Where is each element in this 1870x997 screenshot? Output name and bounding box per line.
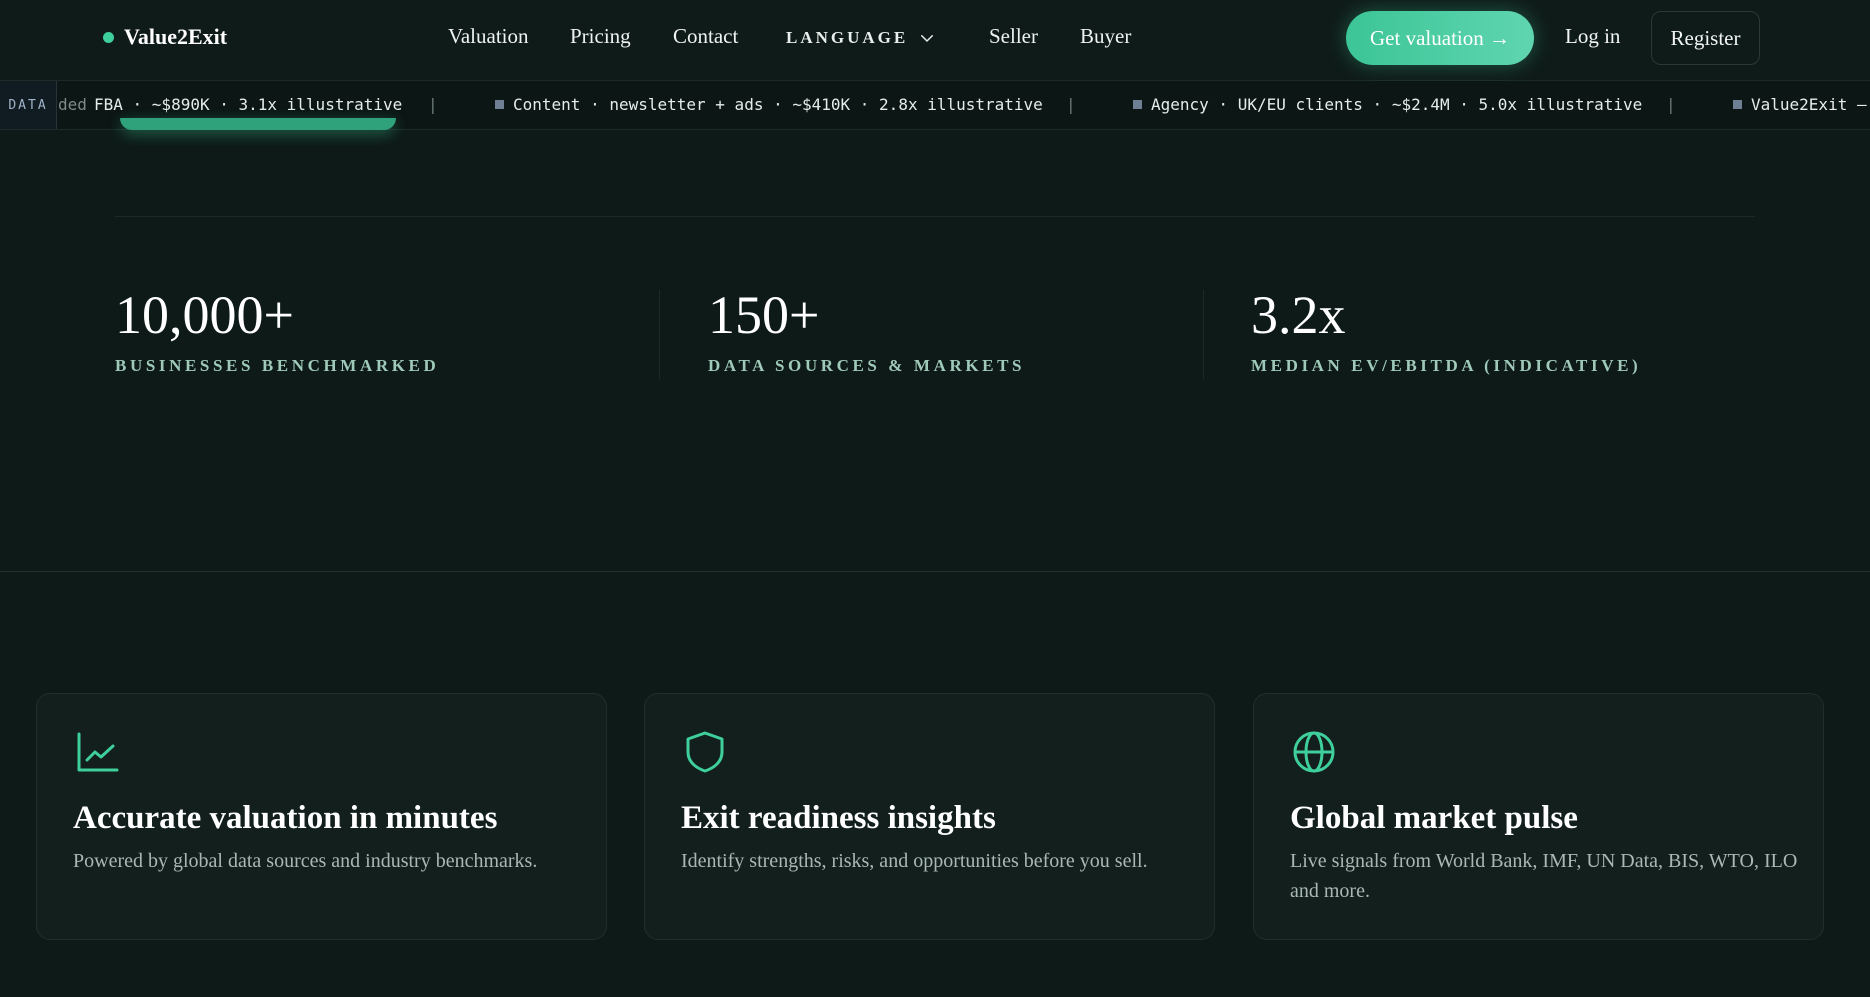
ticker-item: Content · newsletter + ads · ~$410K · 2.… [495,95,1043,114]
language-dropdown[interactable]: LANGUAGE [786,28,936,48]
stat-value: 3.2x [1251,285,1346,345]
stat-label: BUSINESSES BENCHMARKED [115,356,440,375]
brand-logo[interactable]: Value2Exit [103,24,227,50]
feature-description: Live signals from World Bank, IMF, UN Da… [1290,850,1798,902]
ticker-item: FBA · ~$890K · 3.1x illustrative [94,95,403,114]
section-divider [0,571,1870,572]
stat-value: 10,000+ [115,285,294,345]
square-bullet-icon [1133,100,1142,109]
chevron-down-icon [921,35,934,42]
get-valuation-button[interactable]: Get valuation → [1346,11,1534,65]
stat-divider [659,290,660,380]
ticker-item: Agency · UK/EU clients · ~$2.4M · 5.0x i… [1133,95,1642,114]
register-button[interactable]: Register [1651,11,1760,65]
feature-card-exit-readiness: Exit readiness insights Identify strengt… [644,693,1215,940]
stat-businesses: 10,000+ BUSINESSES BENCHMARKED [115,288,439,376]
stat-divider [1203,290,1204,380]
feature-title: Global market pulse [1290,800,1578,836]
stat-median-ev-ebitda: 3.2x MEDIAN EV/EBITDA (INDICATIVE) [1251,288,1641,376]
brand-name: Value2Exit [124,24,228,49]
feature-title: Accurate valuation in minutes [73,800,498,836]
feature-description: Powered by global data sources and indus… [73,850,538,872]
feature-title: Exit readiness insights [681,800,996,836]
square-bullet-icon [495,100,504,109]
square-bullet-icon [1733,100,1742,109]
ticker-separator: | [1066,95,1076,114]
shield-icon [686,731,724,773]
ticker-faded-text: ded [58,95,87,114]
stat-data-sources: 150+ DATA SOURCES & MARKETS [708,288,1025,376]
ticker-item-text: Content · newsletter + ads · ~$410K · 2.… [513,95,1043,114]
login-link[interactable]: Log in [1565,24,1620,49]
ticker-tag: DATA [0,81,57,129]
site-header: Value2Exit Valuation Pricing Contact LAN… [0,0,1870,81]
ticker-item: Value2Exit — [1733,95,1867,114]
brand-dot-icon [103,31,114,43]
stat-label: DATA SOURCES & MARKETS [708,356,1026,375]
feature-card-valuation: Accurate valuation in minutes Powered by… [36,693,607,940]
nav-seller[interactable]: Seller [989,24,1038,49]
hero-button-edge[interactable] [120,118,396,130]
nav-pricing[interactable]: Pricing [570,24,631,49]
stat-label: MEDIAN EV/EBITDA (INDICATIVE) [1251,356,1642,375]
language-label: LANGUAGE [786,28,909,47]
ticker-item-text: Agency · UK/EU clients · ~$2.4M · 5.0x i… [1151,95,1643,114]
nav-contact[interactable]: Contact [673,24,738,49]
ticker-item-text: Value2Exit — [1751,95,1867,114]
line-chart-icon [77,732,119,772]
stat-value: 150+ [708,285,820,345]
ticker-separator: | [428,95,438,114]
divider [115,216,1755,217]
ticker-separator: | [1666,95,1676,114]
nav-valuation[interactable]: Valuation [448,24,528,49]
globe-icon [1293,731,1335,773]
feature-card-market-pulse: Global market pulse Live signals from Wo… [1253,693,1824,940]
feature-description: Identify strengths, risks, and opportuni… [681,850,1148,872]
nav-buyer[interactable]: Buyer [1080,24,1131,49]
